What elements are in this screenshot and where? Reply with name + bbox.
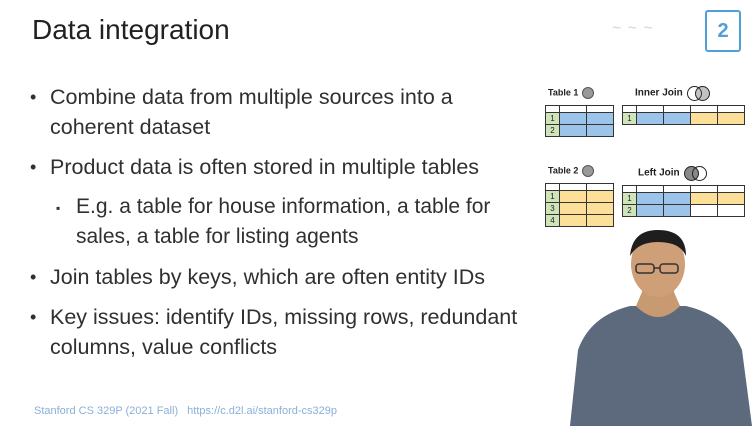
d2l-logo: 2 [705,10,741,52]
table1-label-text: Table 1 [548,87,579,98]
table-cell-key: 3 [545,202,560,215]
table-cell-key: 4 [545,214,560,227]
table2-grid: 1 3 4 [545,183,614,227]
table1-circle-icon [582,87,595,99]
table1-label: Table 1 [548,87,595,99]
table-cell-key: 2 [622,204,637,217]
table-cell-key: 1 [545,190,560,203]
presenter-video [570,230,752,426]
left-join-label: Left Join [638,166,708,181]
footer: Stanford CS 329P (2021 Fall) https://c.d… [34,405,337,417]
left-join-label-text: Left Join [638,167,680,179]
left-join-grid: 1 2 [622,185,745,217]
footer-link[interactable]: https://c.d2l.ai/stanford-cs329p [187,405,337,417]
table-cell-key: 2 [545,124,560,137]
bullet-item: Combine data from multiple sources into … [30,82,530,142]
table-cell-key: 1 [622,192,637,205]
table1-grid: 1 2 [545,105,614,137]
logo-wordmark: ~ ~ ~ [612,20,654,37]
sub-bullet-item: E.g. a table for house information, a ta… [56,192,530,252]
inner-join-label: Inner Join [635,86,711,101]
footer-course: Stanford CS 329P (2021 Fall) [34,405,179,417]
inner-join-venn-icon [686,86,711,101]
left-join-venn-icon [683,166,708,181]
bullet-item: Product data is often stored in multiple… [30,152,530,182]
inner-join-grid: 1 [622,105,745,125]
bullet-item: Key issues: identify IDs, missing rows, … [30,302,530,362]
table2-circle-icon [582,165,595,177]
bullet-item: Join tables by keys, which are often ent… [30,262,530,292]
slide-title: Data integration [32,14,230,45]
inner-join-label-text: Inner Join [635,87,683,99]
table-cell-key: 1 [622,112,637,125]
table-cell-key: 1 [545,112,560,125]
table2-label: Table 2 [548,165,595,177]
bullet-list: Combine data from multiple sources into … [30,82,530,372]
table2-label-text: Table 2 [548,165,579,176]
